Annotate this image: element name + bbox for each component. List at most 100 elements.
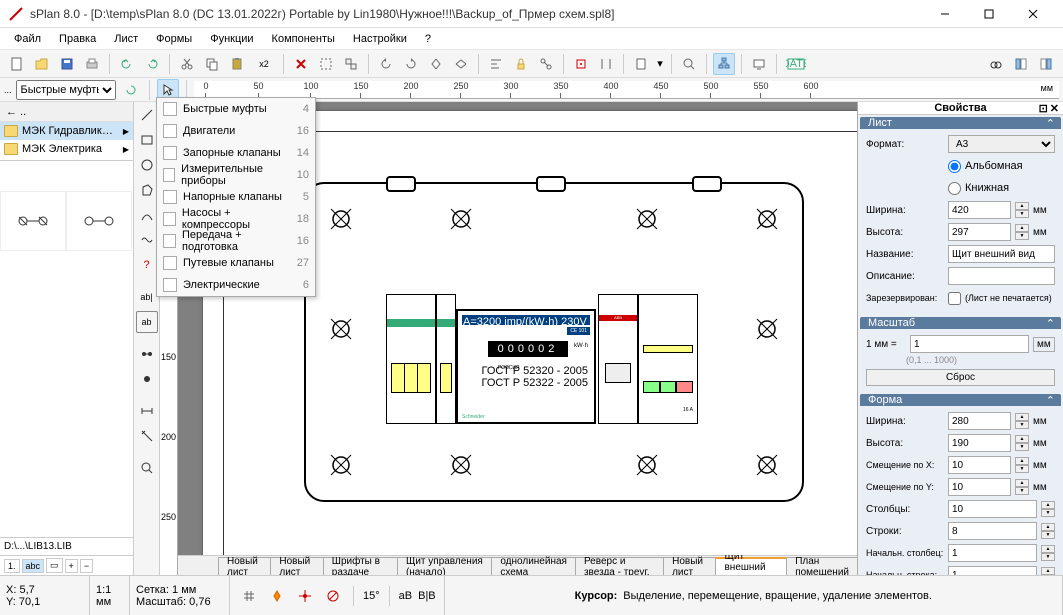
menu-help[interactable]: ? [417, 31, 439, 47]
form-startcol-input[interactable] [948, 544, 1037, 562]
align-button[interactable] [485, 53, 507, 75]
tree-button[interactable] [713, 53, 735, 75]
case-toggle[interactable]: aB [399, 590, 412, 602]
undo-button[interactable] [116, 53, 138, 75]
tab-4[interactable]: однолинейная схема [491, 557, 576, 575]
format-select[interactable]: A3 [948, 135, 1055, 153]
unknown-tool[interactable]: ? [136, 254, 158, 276]
special-tool[interactable] [136, 229, 158, 251]
orient-landscape[interactable] [948, 160, 961, 173]
form-width-input[interactable] [948, 412, 1011, 430]
menu-settings[interactable]: Настройки [345, 31, 415, 47]
menu-file[interactable]: Файл [6, 31, 49, 47]
tab-0[interactable]: Новый лист [218, 557, 271, 575]
submenu-item[interactable]: Быстрые муфты4 [157, 98, 315, 120]
close-button[interactable] [1011, 0, 1055, 28]
poly-tool[interactable] [136, 179, 158, 201]
section-scale[interactable]: Масштаб⌃ [860, 317, 1061, 329]
zoom-button[interactable] [678, 53, 700, 75]
tab-5[interactable]: Реверс и звезда - треуг. [575, 557, 664, 575]
grid-button[interactable] [595, 53, 617, 75]
monitor-button[interactable] [748, 53, 770, 75]
new-button[interactable] [6, 53, 28, 75]
open-button[interactable] [31, 53, 53, 75]
minimize-button[interactable] [923, 0, 967, 28]
menu-components[interactable]: Компоненты [264, 31, 343, 47]
submenu-item[interactable]: Запорные клапаны14 [157, 142, 315, 164]
snap-button[interactable] [570, 53, 592, 75]
line-tool[interactable] [136, 104, 158, 126]
tab-2[interactable]: Шрифты в раздаче [323, 557, 398, 575]
curve-tool[interactable] [136, 204, 158, 226]
textbox-tool[interactable]: ab [136, 311, 158, 333]
rect-tool[interactable] [136, 129, 158, 151]
form-offx-input[interactable] [948, 456, 1011, 474]
scale-reset-button[interactable]: Сброс [866, 369, 1055, 386]
form-startrow-input[interactable] [948, 566, 1037, 575]
cut-button[interactable] [176, 53, 198, 75]
circle-tool[interactable] [136, 154, 158, 176]
submenu-item[interactable]: Напорные клапаны5 [157, 186, 315, 208]
rotate-right-button[interactable] [400, 53, 422, 75]
height-input[interactable] [948, 223, 1011, 241]
style-plus[interactable]: + [65, 559, 78, 573]
section-sheet[interactable]: Лист⌃ [860, 117, 1061, 129]
save-button[interactable] [56, 53, 78, 75]
page-button[interactable] [630, 53, 652, 75]
submenu-item[interactable]: Насосы + компрессоры18 [157, 208, 315, 230]
orient-portrait[interactable] [948, 182, 961, 195]
redo-button[interactable] [141, 53, 163, 75]
ungroup-icon[interactable] [535, 53, 557, 75]
pin-icon[interactable]: ⊡ [1039, 102, 1048, 115]
form-cols-input[interactable] [948, 500, 1037, 518]
dimension-tool[interactable] [136, 400, 158, 422]
node-tool[interactable] [136, 368, 158, 390]
width-input[interactable] [948, 201, 1011, 219]
form-height-input[interactable] [948, 434, 1011, 452]
close-panel-icon[interactable]: ✕ [1050, 102, 1059, 115]
style-minus[interactable]: − [80, 559, 93, 573]
style-1[interactable]: 1. [4, 559, 20, 573]
origin-icon[interactable] [294, 585, 316, 607]
panel-toggle-2[interactable] [1035, 53, 1057, 75]
submenu-item[interactable]: Измерительные приборы10 [157, 164, 315, 186]
style-b[interactable]: abc [22, 559, 45, 573]
desc-input[interactable] [948, 267, 1055, 285]
menu-sheet[interactable]: Лист [106, 31, 146, 47]
measure-tool[interactable] [136, 425, 158, 447]
section-form[interactable]: Форма⌃ [860, 394, 1061, 406]
group-button[interactable] [340, 53, 362, 75]
name-input[interactable] [948, 245, 1055, 263]
scale-input[interactable] [910, 335, 1029, 353]
menu-forms[interactable]: Формы [148, 31, 200, 47]
tab-1[interactable]: Новый лист [270, 557, 323, 575]
library-back[interactable]: ← .. [0, 102, 133, 122]
disable-icon[interactable] [322, 585, 344, 607]
binoculars-icon[interactable] [985, 53, 1007, 75]
menu-edit[interactable]: Правка [51, 31, 104, 47]
paste-button[interactable] [226, 53, 248, 75]
form-rows-input[interactable] [948, 522, 1037, 540]
reserved-checkbox[interactable] [948, 292, 961, 305]
form-offy-input[interactable] [948, 478, 1011, 496]
maximize-button[interactable] [967, 0, 1011, 28]
double-button[interactable]: x2 [251, 53, 277, 75]
lib-item-hydraulics[interactable]: МЭК Гидравлика + Пневматика ▶ [0, 122, 133, 140]
tab-8[interactable]: План помещений [786, 557, 857, 575]
preview-symbol-1[interactable] [0, 191, 66, 251]
zoom-drop-icon[interactable]: ▾ [655, 53, 665, 75]
flip-v-button[interactable] [450, 53, 472, 75]
quick-coupling-select[interactable]: Быстрые муфты [16, 80, 116, 100]
refresh-icon[interactable] [120, 79, 142, 101]
copy-button[interactable] [201, 53, 223, 75]
menu-functions[interactable]: Функции [202, 31, 261, 47]
submenu-item[interactable]: Электрические6 [157, 274, 315, 296]
panel-toggle-1[interactable] [1010, 53, 1032, 75]
select-all-button[interactable] [315, 53, 337, 75]
preview-symbol-2[interactable] [66, 191, 132, 251]
text-tool[interactable]: ab| [136, 286, 158, 308]
snap-icon[interactable] [266, 585, 288, 607]
submenu-item[interactable]: Путевые клапаны27 [157, 252, 315, 274]
print-button[interactable] [81, 53, 103, 75]
rotate-left-button[interactable] [375, 53, 397, 75]
